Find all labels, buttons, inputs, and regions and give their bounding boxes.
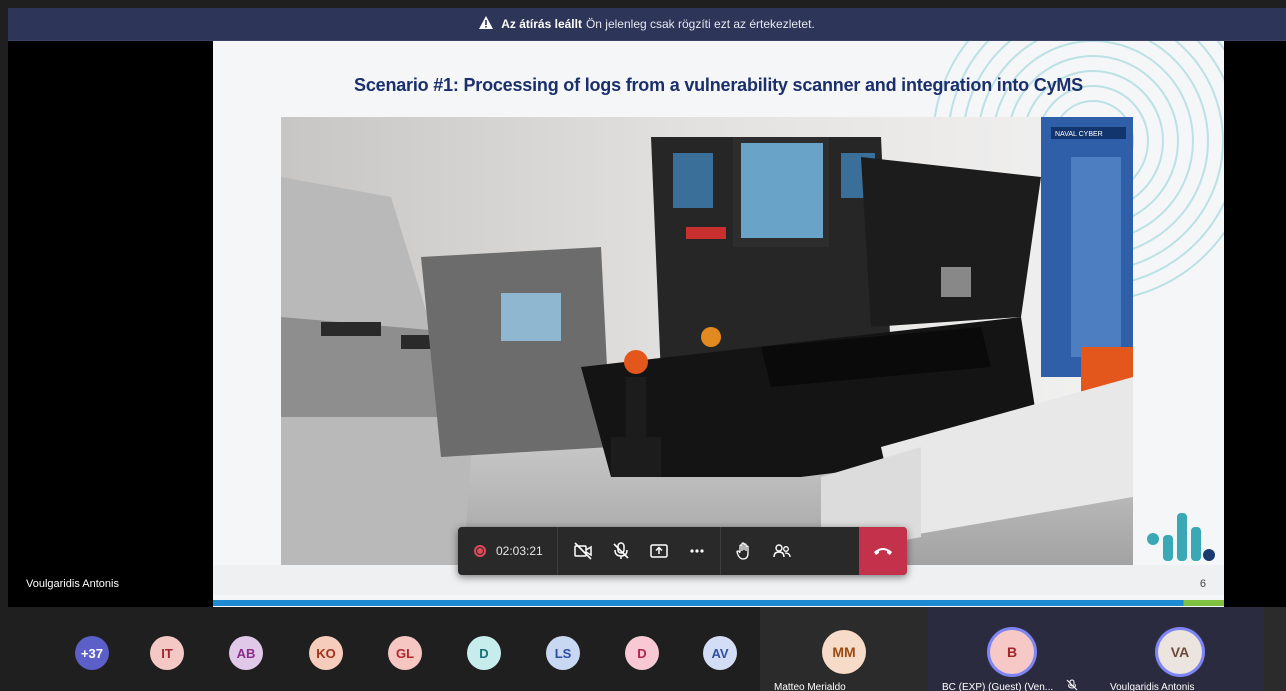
avatar-initials: D [479,645,489,661]
participant-avatar[interactable]: D [467,636,501,670]
avatar-initials: VA [1170,644,1190,660]
participant-avatar: MM [822,630,866,674]
avatar-initials: +37 [80,645,104,661]
participant-avatar: B [990,630,1034,674]
more-actions-button[interactable] [678,527,716,575]
participant-avatar[interactable]: LS [546,636,580,670]
participant-avatar[interactable]: AB [229,636,263,670]
participant-tile[interactable]: B BC (EXP) (Guest) (Ven... [928,607,1096,691]
photo-sign-text: NAVAL CYBER [1055,131,1103,138]
record-icon [474,545,486,557]
participant-tile[interactable]: VA Voulgaridis Antonis [1096,607,1264,691]
participant-name: Voulgaridis Antonis [1110,682,1195,691]
avatar-initials: KO [316,645,336,661]
raise-hand-button[interactable] [725,527,763,575]
share-icon [649,544,668,558]
slide-page-number: 6 [1199,578,1206,590]
avatar-initials: AB [236,645,256,661]
camera-toggle-button[interactable] [564,527,602,575]
slide-title: Scenario #1: Processing of logs from a v… [354,75,1083,95]
mic-toggle-button[interactable] [602,527,640,575]
camera-off-icon [573,542,592,560]
banner-bold-text: Az átírás leállt [501,17,582,31]
participant-tile-partial[interactable] [1264,607,1286,691]
participant-tile[interactable]: MM Matteo Merialdo [760,607,928,691]
hang-up-button[interactable] [859,527,907,575]
participant-avatar: VA [1158,630,1202,674]
avatar-initials: B [1006,644,1018,660]
more-participants-avatar[interactable]: +37 [75,636,109,670]
speaker-name-label: Voulgaridis Antonis [26,578,119,590]
participant-avatar[interactable]: IT [150,636,184,670]
participant-avatar[interactable]: KO [309,636,343,670]
participant-name: BC (EXP) (Guest) (Ven... [942,682,1054,691]
mic-off-icon [1066,679,1078,691]
participant-avatar[interactable]: AV [703,636,737,670]
banner-text: Ön jelenleg csak rögzíti ezt az értekezl… [585,17,815,31]
share-screen-button[interactable] [640,527,678,575]
raise-hand-icon [736,542,749,560]
call-timer: 02:03:21 [496,544,543,558]
transcription-banner: Az átírás leállt Ön jelenleg csak rögzít… [8,8,1286,41]
organization-logo [1147,513,1215,561]
participant-strip: +37 IT AB KO GL D LS D AV MM Matteo Meri… [0,607,1286,691]
avatar-initials: AV [711,645,729,661]
call-controls: 02:03:21 [458,527,907,575]
participants-button[interactable] [763,527,801,575]
recording-indicator[interactable]: 02:03:21 [458,527,558,575]
more-icon [690,549,704,553]
slide-photo: NAVAL CYBER [281,117,1133,595]
avatar-initials: IT [161,645,173,661]
avatar-initials: MM [832,644,856,660]
avatar-initials: LS [554,645,572,661]
avatar-initials: GL [395,645,415,661]
warning-icon [479,16,494,32]
people-icon [773,544,791,558]
mic-off-icon [613,542,629,559]
presentation-slide: Scenario #1: Processing of logs from a v… [213,41,1224,607]
avatar-initials: D [637,645,647,661]
controls-divider [719,527,721,575]
hangup-icon [874,548,892,555]
participant-avatar[interactable]: GL [388,636,422,670]
participant-avatar[interactable]: D [625,636,659,670]
slide-accent-bar [213,600,1224,606]
participant-name: Matteo Merialdo [774,682,846,691]
shared-content-stage: Scenario #1: Processing of logs from a v… [8,41,1286,607]
